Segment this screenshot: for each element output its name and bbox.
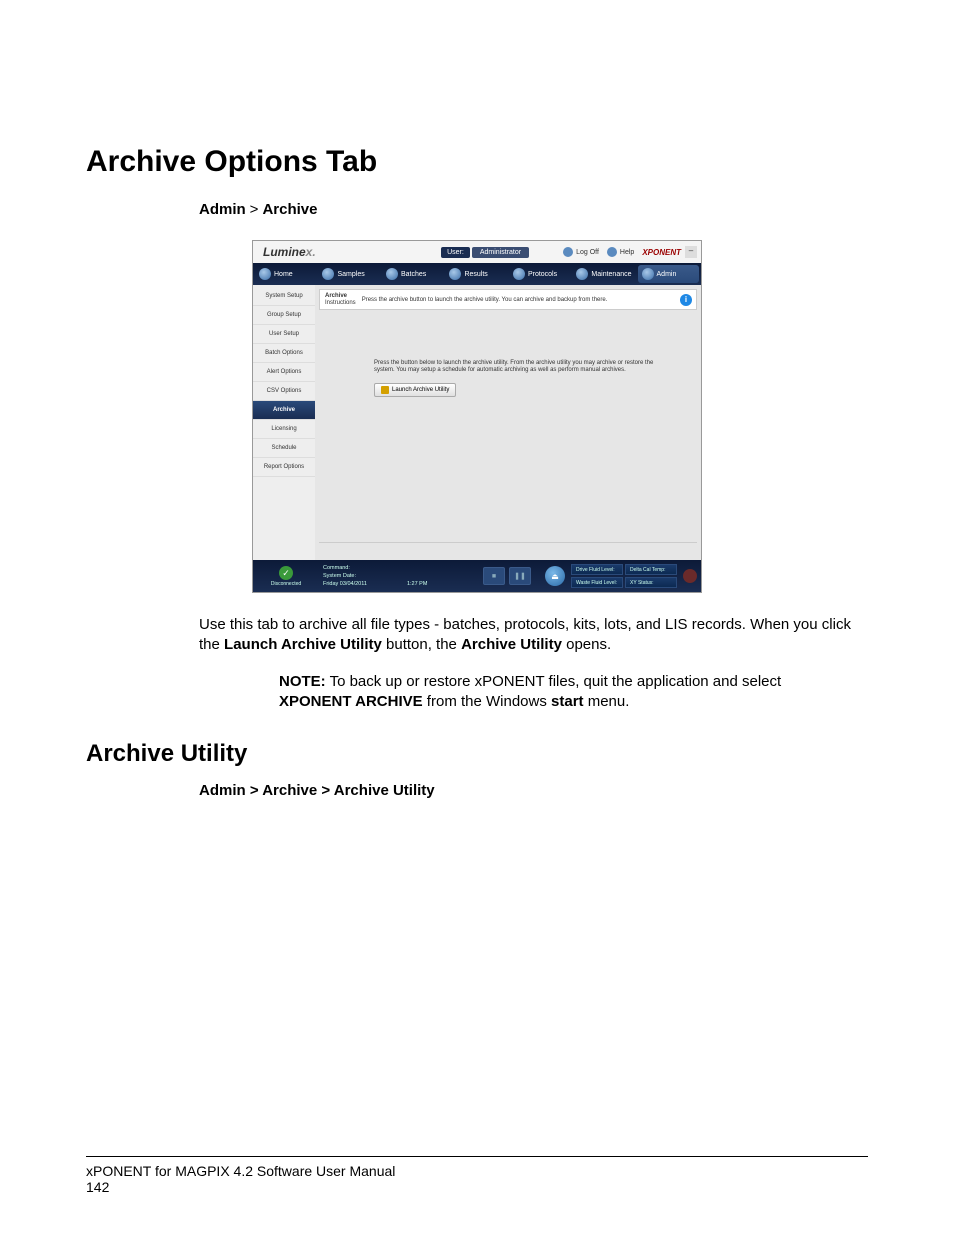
breadcrumb: Admin>Archive — [199, 201, 868, 218]
user-value: Administrator — [472, 247, 529, 258]
main-tabs: Home Samples Batches Results Protocols M… — [253, 263, 701, 285]
time-value: 1:27 PM — [407, 581, 427, 587]
sidebar-item-csv-options[interactable]: CSV Options — [253, 382, 315, 401]
app-screenshot: Luminex. User: Administrator Log Off Hel… — [252, 240, 702, 593]
home-icon — [259, 268, 271, 280]
eject-button[interactable]: ⏏ — [545, 566, 565, 586]
tab-protocols[interactable]: Protocols — [509, 265, 570, 283]
system-date-label: System Date: — [323, 573, 356, 579]
footer-page-number: 142 — [86, 1179, 868, 1195]
xy-status: XY Status: — [625, 577, 677, 588]
drive-fluid-level: Drive Fluid Level: — [571, 564, 623, 575]
maintenance-icon — [576, 268, 588, 280]
archive-icon — [381, 386, 389, 394]
user-label: User: — [441, 247, 470, 258]
titlebar: Luminex. User: Administrator Log Off Hel… — [253, 241, 701, 263]
footer-title: xPONENT for MAGPIX 4.2 Software User Man… — [86, 1163, 868, 1179]
protocols-icon — [513, 268, 525, 280]
sidebar-item-licensing[interactable]: Licensing — [253, 420, 315, 439]
command-label: Command: — [323, 565, 350, 571]
admin-icon — [642, 268, 654, 280]
delta-cal-temp: Delta Cal Temp: — [625, 564, 677, 575]
sidebar-item-user-setup[interactable]: User Setup — [253, 325, 315, 344]
brand-logo: Luminex. — [257, 245, 322, 259]
subheading-archive-utility: Archive Utility — [86, 740, 868, 768]
stop-button[interactable]: ■ — [483, 567, 505, 585]
breadcrumb-separator: > — [246, 201, 263, 218]
content-text: Press the button below to launch the arc… — [374, 360, 654, 374]
tab-maintenance[interactable]: Maintenance — [572, 265, 635, 283]
sidebar-item-schedule[interactable]: Schedule — [253, 439, 315, 458]
instructions-title: ArchiveInstructions — [325, 293, 356, 306]
minimize-button[interactable]: – — [685, 246, 697, 258]
breadcrumb-archive: Archive — [262, 201, 317, 218]
sidebar-item-report-options[interactable]: Report Options — [253, 458, 315, 477]
sidebar-item-archive[interactable]: Archive — [253, 401, 315, 420]
sidebar-item-system-setup[interactable]: System Setup — [253, 287, 315, 306]
status-check-icon: ✓ — [279, 566, 293, 580]
instructions-text: Press the archive button to launch the a… — [362, 297, 691, 303]
instructions-bar: ArchiveInstructions Press the archive bu… — [319, 289, 697, 310]
note-paragraph: NOTE: To back up or restore xPONENT file… — [279, 672, 839, 713]
tab-batches[interactable]: Batches — [382, 265, 443, 283]
power-button[interactable] — [683, 569, 697, 583]
sidebar-item-group-setup[interactable]: Group Setup — [253, 306, 315, 325]
breadcrumb-2: Admin > Archive > Archive Utility — [199, 782, 868, 799]
breadcrumb-admin: Admin — [199, 201, 246, 218]
batches-icon — [386, 268, 398, 280]
pause-button[interactable]: ❚❚ — [509, 567, 531, 585]
help-button[interactable]: Help — [603, 245, 638, 259]
sidebar-item-alert-options[interactable]: Alert Options — [253, 363, 315, 382]
tab-samples[interactable]: Samples — [318, 265, 379, 283]
help-icon — [607, 247, 617, 257]
info-icon[interactable]: i — [680, 294, 692, 306]
sidebar-item-batch-options[interactable]: Batch Options — [253, 344, 315, 363]
waste-fluid-level: Waste Fluid Level: — [571, 577, 623, 588]
launch-archive-utility-button[interactable]: Launch Archive Utility — [374, 383, 456, 397]
logoff-button[interactable]: Log Off — [559, 245, 603, 259]
page-footer: xPONENT for MAGPIX 4.2 Software User Man… — [86, 1156, 868, 1195]
page-heading: Archive Options Tab — [86, 145, 868, 179]
paragraph-1: Use this tab to archive all file types -… — [199, 615, 868, 656]
system-status-label: Disconnected — [271, 581, 301, 587]
product-name: XPONENT — [642, 248, 681, 257]
logoff-icon — [563, 247, 573, 257]
date-value: Friday 03/04/2011 — [323, 581, 367, 587]
admin-sidebar: System Setup Group Setup User Setup Batc… — [253, 285, 315, 560]
samples-icon — [322, 268, 334, 280]
results-icon — [449, 268, 461, 280]
tab-home[interactable]: Home — [255, 265, 316, 283]
tab-admin[interactable]: Admin — [638, 265, 699, 283]
status-bar: ✓ Disconnected Command: System Date: Fri… — [253, 560, 701, 592]
tab-results[interactable]: Results — [445, 265, 506, 283]
